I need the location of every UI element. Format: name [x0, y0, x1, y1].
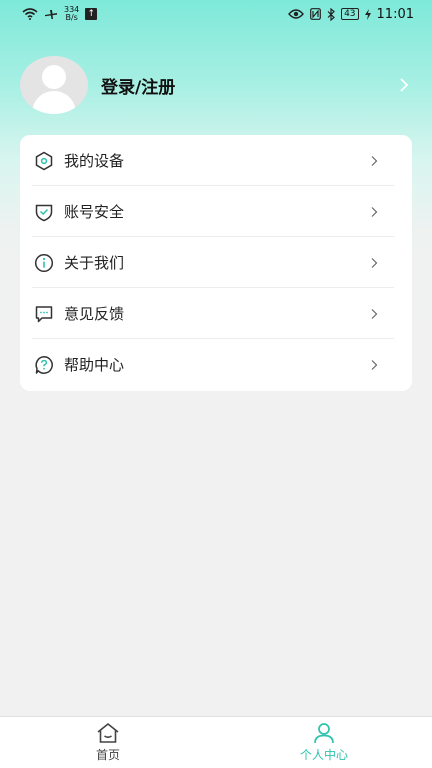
- menu-item-feedback[interactable]: 意见反馈: [20, 288, 412, 339]
- tab-home[interactable]: 首页: [0, 717, 216, 768]
- device-icon: [35, 151, 53, 170]
- net-speed-unit: B/s: [65, 13, 78, 22]
- shield-check-icon: [35, 204, 53, 221]
- bluetooth-icon: [327, 7, 335, 21]
- menu-item-label: 帮助中心: [64, 356, 125, 374]
- chevron-right-icon: [371, 155, 378, 166]
- clock: 11:01: [376, 6, 414, 22]
- profile-header[interactable]: 登录/注册: [20, 56, 412, 114]
- menu-item-my-devices[interactable]: 我的设备: [20, 135, 412, 186]
- chevron-right-icon[interactable]: [396, 77, 412, 93]
- login-register-link[interactable]: 登录/注册: [101, 73, 396, 98]
- menu-item-account-security[interactable]: 账号安全: [20, 186, 412, 237]
- home-icon: [97, 723, 119, 743]
- help-icon: [35, 355, 53, 374]
- status-bar: 334 B/s ↑ 43 11:01: [0, 0, 432, 28]
- wifi-icon: [22, 8, 38, 20]
- avatar-body: [32, 91, 76, 114]
- chevron-right-icon: [371, 308, 378, 319]
- charging-icon: [364, 8, 371, 20]
- battery-level: 43: [344, 9, 356, 19]
- feedback-icon: [35, 305, 53, 322]
- chevron-right-icon: [371, 359, 378, 370]
- user-icon: [314, 723, 334, 744]
- menu-item-label: 关于我们: [64, 254, 125, 272]
- menu-item-label: 账号安全: [64, 203, 125, 221]
- chevron-right-icon: [371, 257, 378, 268]
- menu-item-label: 我的设备: [64, 152, 125, 170]
- airplane-icon: [45, 10, 57, 19]
- network-speed: 334 B/s: [64, 6, 79, 22]
- tab-profile-label: 个人中心: [299, 748, 348, 762]
- menu-card: 我的设备 账号安全 关于我们 意见反馈 帮助中心: [20, 135, 412, 391]
- tab-home-label: 首页: [95, 748, 120, 762]
- tab-profile[interactable]: 个人中心: [216, 717, 432, 768]
- battery-icon: 43: [341, 8, 359, 20]
- eye-icon: [288, 9, 305, 19]
- upload-icon: ↑: [85, 8, 98, 20]
- menu-item-about-us[interactable]: 关于我们: [20, 237, 412, 288]
- avatar-head: [42, 65, 66, 89]
- nfc-icon: [310, 8, 321, 20]
- bottom-tab-bar: 首页 个人中心: [0, 716, 432, 768]
- menu-item-label: 意见反馈: [64, 305, 125, 323]
- menu-item-help-center[interactable]: 帮助中心: [20, 339, 412, 390]
- info-icon: [34, 253, 54, 272]
- avatar[interactable]: [20, 56, 88, 114]
- chevron-right-icon: [371, 206, 378, 217]
